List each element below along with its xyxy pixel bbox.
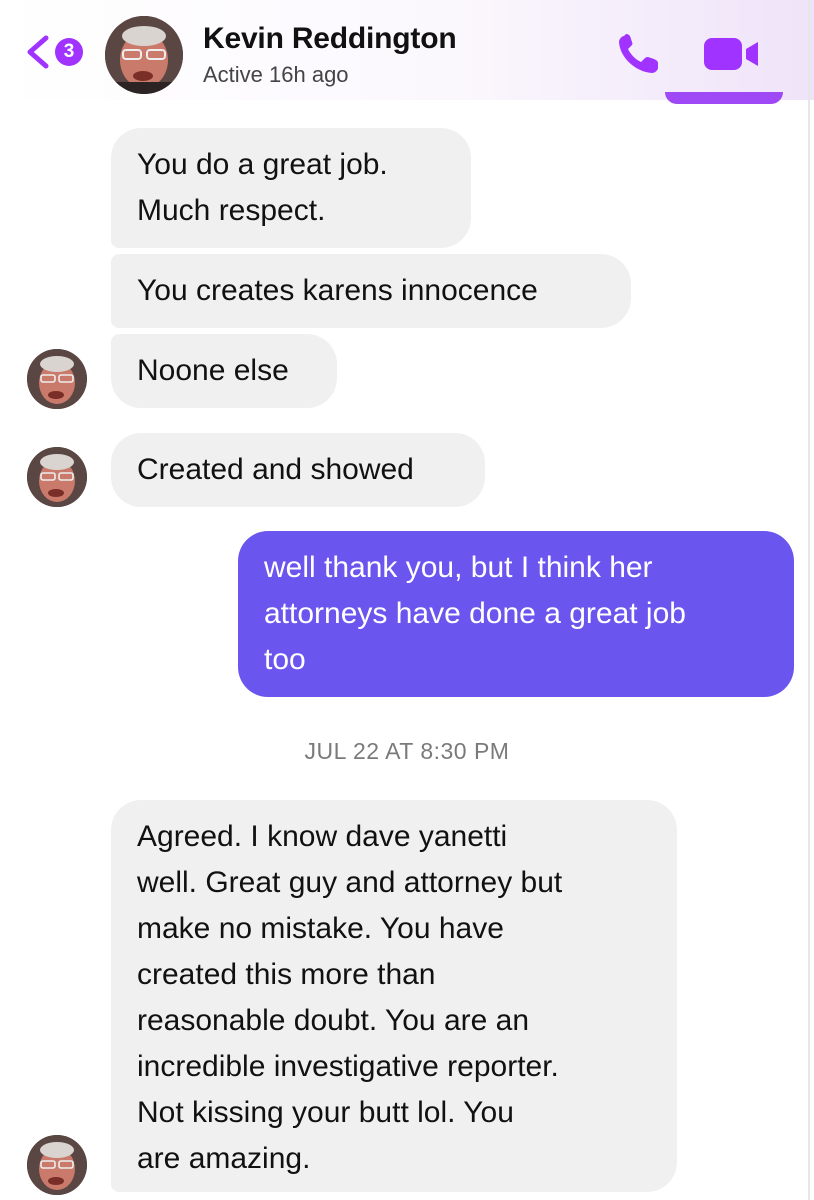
message-timestamp: JUL 22 AT 8:30 PM <box>304 738 510 764</box>
outgoing-message-bubble[interactable]: well thank you, but I think her attorney… <box>238 531 794 697</box>
avatar-photo <box>27 1135 87 1195</box>
video-camera-icon <box>704 38 758 70</box>
message-text: Created and showed <box>137 453 414 486</box>
contact-avatar[interactable] <box>105 16 183 94</box>
sender-avatar[interactable] <box>27 349 87 409</box>
incoming-message-bubble[interactable]: You creates karens innocence <box>111 254 631 328</box>
message-text: You do a great job. Much respect. <box>137 148 388 227</box>
voice-call-button[interactable] <box>614 30 666 78</box>
message-text: Agreed. I know dave yanetti well. Great … <box>137 820 563 1175</box>
video-call-button[interactable] <box>700 34 764 74</box>
message-text: well thank you, but I think her attorney… <box>264 551 686 676</box>
conversation-header: 3 Kevin Reddington Active 16h ago <box>0 0 814 104</box>
contact-name[interactable]: Kevin Reddington <box>203 22 457 56</box>
avatar-photo <box>27 349 87 409</box>
message-text: You creates karens innocence <box>137 274 538 307</box>
scrollbar-track[interactable] <box>808 0 810 1200</box>
phone-icon <box>619 34 658 73</box>
back-button[interactable]: 3 <box>22 32 92 72</box>
unread-count-badge: 3 <box>55 38 83 66</box>
incoming-message-bubble[interactable]: You do a great job. Much respect. <box>111 128 471 248</box>
sender-avatar[interactable] <box>27 1135 87 1195</box>
chevron-left-icon <box>27 35 49 69</box>
incoming-message-bubble[interactable]: Agreed. I know dave yanetti well. Great … <box>111 800 677 1192</box>
sender-avatar[interactable] <box>27 447 87 507</box>
active-status: Active 16h ago <box>203 62 349 87</box>
message-text: Noone else <box>137 354 289 387</box>
incoming-message-bubble[interactable]: Noone else <box>111 334 337 408</box>
previous-message-edge <box>665 92 783 104</box>
avatar-photo <box>105 16 183 94</box>
avatar-photo <box>27 447 87 507</box>
incoming-message-bubble[interactable]: Created and showed <box>111 433 485 507</box>
